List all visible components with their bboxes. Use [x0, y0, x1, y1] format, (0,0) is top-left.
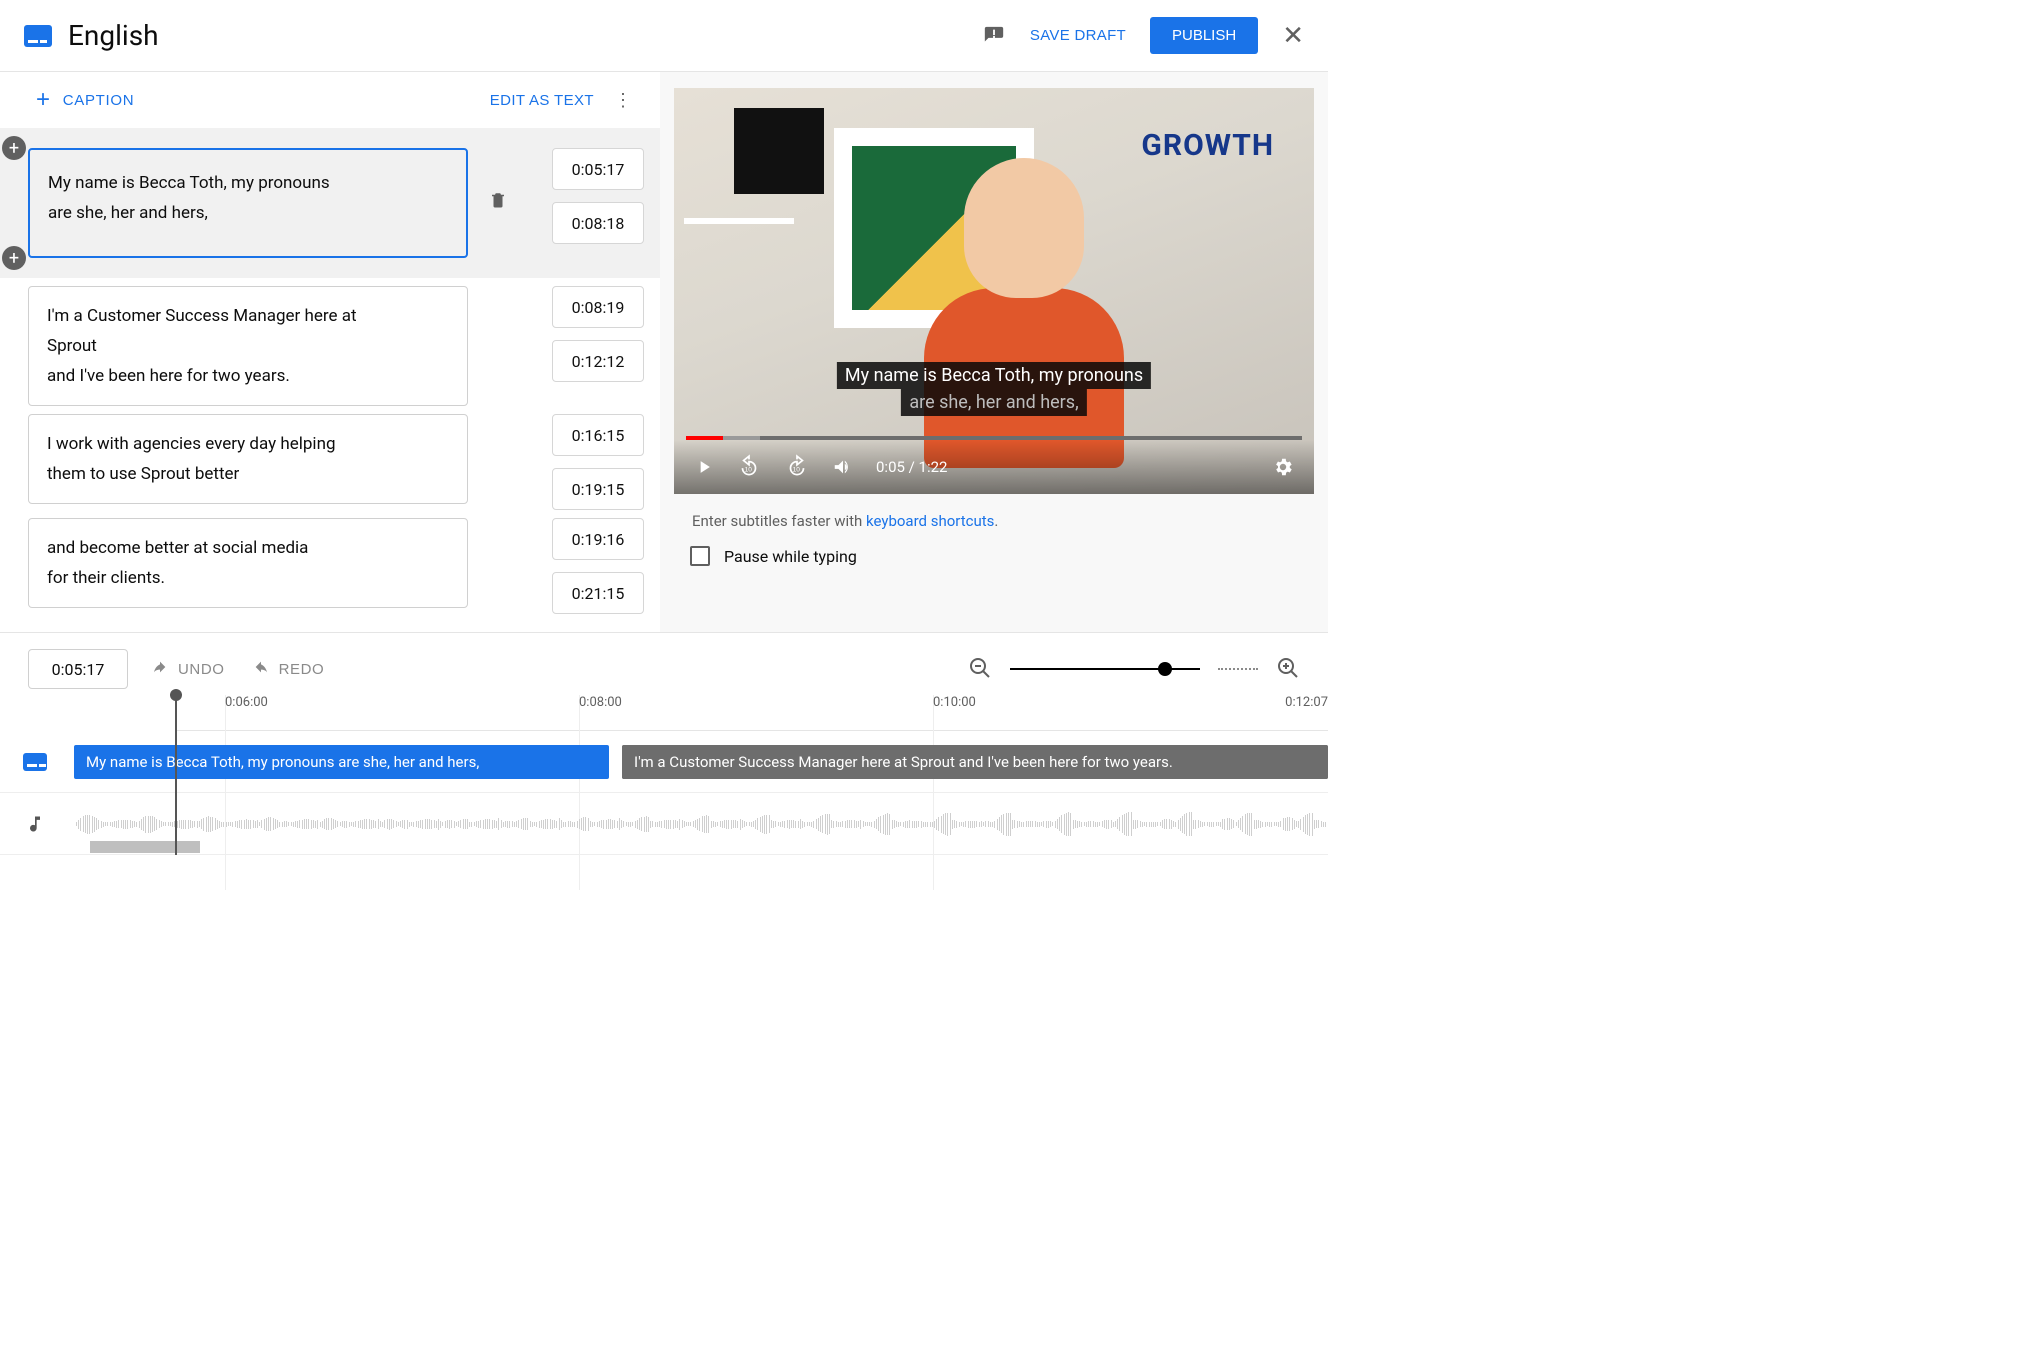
- pause-while-typing-row: Pause while typing: [660, 538, 1328, 574]
- end-time-input[interactable]: 0:21:15: [552, 572, 644, 614]
- start-time-input[interactable]: 0:19:16: [552, 518, 644, 560]
- captions-track: My name is Becca Toth, my pronouns are s…: [0, 731, 1328, 793]
- svg-text:10: 10: [745, 466, 753, 473]
- volume-button[interactable]: [832, 456, 854, 478]
- page-title: English: [68, 19, 159, 52]
- horizontal-scrollbar[interactable]: [90, 841, 200, 853]
- add-caption-below-button[interactable]: +: [2, 246, 26, 270]
- playhead[interactable]: [175, 695, 177, 855]
- caption-row: I work with agencies every day helping t…: [28, 414, 644, 510]
- time-column: 0:19:16 0:21:15: [552, 518, 644, 614]
- end-time-input[interactable]: 0:19:15: [552, 468, 644, 510]
- pause-while-typing-label: Pause while typing: [724, 547, 857, 566]
- caption-overlay: My name is Becca Toth, my pronouns are s…: [837, 362, 1151, 416]
- add-caption-button[interactable]: + CAPTION: [36, 86, 134, 114]
- edit-as-text-button[interactable]: EDIT AS TEXT: [490, 92, 594, 109]
- undo-redo-group: UNDO REDO: [150, 661, 324, 678]
- time-column: 0:05:17 0:08:18: [552, 148, 644, 244]
- delete-caption-button[interactable]: [484, 190, 512, 216]
- caption-row: I'm a Customer Success Manager here at S…: [28, 286, 644, 406]
- waveform: [70, 809, 1328, 839]
- cc-line-2: are she, her and hers,: [901, 389, 1086, 416]
- caption-clip[interactable]: I'm a Customer Success Manager here at S…: [622, 745, 1328, 779]
- start-time-input[interactable]: 0:05:17: [552, 148, 644, 190]
- start-time-input[interactable]: 0:08:19: [552, 286, 644, 328]
- timeline-ruler[interactable]: 0:06:00 0:08:00 0:10:00 0:12:07: [175, 695, 1328, 731]
- video-time-label: 0:05 / 1:22: [876, 458, 947, 476]
- caption-text-input[interactable]: I'm a Customer Success Manager here at S…: [28, 286, 468, 406]
- settings-button[interactable]: [1272, 456, 1294, 478]
- feedback-icon[interactable]: [982, 24, 1006, 48]
- start-time-input[interactable]: 0:16:15: [552, 414, 644, 456]
- pause-while-typing-checkbox[interactable]: [690, 546, 710, 566]
- ruler-mark: 0:06:00: [225, 695, 268, 710]
- header: English SAVE DRAFT PUBLISH ✕: [0, 0, 1328, 72]
- ruler-mark: 0:10:00: [933, 695, 976, 710]
- caption-clip[interactable]: My name is Becca Toth, my pronouns are s…: [74, 745, 609, 779]
- keyboard-hint: Enter subtitles faster with keyboard sho…: [660, 494, 1328, 538]
- ruler-mark: 0:08:00: [579, 695, 622, 710]
- timeline-toolbar: 0:05:17 UNDO REDO: [0, 643, 1328, 695]
- video-frame: GROWTH: [674, 88, 1314, 494]
- header-actions: SAVE DRAFT PUBLISH ✕: [982, 17, 1304, 54]
- add-caption-label: CAPTION: [63, 92, 135, 109]
- timeline-current-time[interactable]: 0:05:17: [28, 649, 128, 689]
- zoom-out-button[interactable]: [968, 656, 992, 683]
- zoom-slider[interactable]: [1010, 668, 1200, 670]
- timeline-tracks: My name is Becca Toth, my pronouns are s…: [0, 731, 1328, 855]
- caption-text-input[interactable]: I work with agencies every day helping t…: [28, 414, 468, 504]
- ruler-mark: 0:12:07: [1285, 695, 1328, 710]
- plus-icon: +: [36, 86, 51, 114]
- music-note-icon: [0, 812, 70, 836]
- cc-line-1: My name is Becca Toth, my pronouns: [837, 362, 1151, 389]
- left-panel: + CAPTION EDIT AS TEXT ⋮ + + My name is …: [0, 72, 660, 632]
- video-controls: 10 10 0:05 / 1:22: [674, 440, 1314, 494]
- caption-row: + + My name is Becca Toth, my pronouns a…: [0, 128, 660, 278]
- subtitles-track-icon: [0, 753, 70, 771]
- add-caption-above-button[interactable]: +: [2, 136, 26, 160]
- svg-text:10: 10: [793, 466, 801, 473]
- time-column: 0:08:19 0:12:12: [552, 286, 644, 382]
- more-options-button[interactable]: ⋮: [614, 90, 632, 111]
- end-time-input[interactable]: 0:12:12: [552, 340, 644, 382]
- zoom-slider-extent: [1218, 668, 1258, 670]
- zoom-in-button[interactable]: [1276, 656, 1300, 683]
- time-column: 0:16:15 0:19:15: [552, 414, 644, 510]
- keyboard-shortcuts-link[interactable]: keyboard shortcuts: [866, 512, 994, 530]
- subtitles-icon: [24, 25, 52, 47]
- caption-row: and become better at social media for th…: [28, 518, 644, 614]
- captions-track-body[interactable]: My name is Becca Toth, my pronouns are s…: [70, 731, 1328, 792]
- caption-text-input[interactable]: and become better at social media for th…: [28, 518, 468, 608]
- save-draft-button[interactable]: SAVE DRAFT: [1030, 27, 1126, 44]
- rewind-10-button[interactable]: 10: [736, 454, 762, 480]
- audio-track-body[interactable]: [70, 793, 1328, 854]
- left-toolbar: + CAPTION EDIT AS TEXT ⋮: [0, 72, 660, 128]
- publish-button[interactable]: PUBLISH: [1150, 17, 1258, 54]
- close-button[interactable]: ✕: [1282, 20, 1304, 51]
- captions-list[interactable]: + + My name is Becca Toth, my pronouns a…: [0, 128, 660, 632]
- header-left: English: [24, 19, 159, 52]
- end-time-input[interactable]: 0:08:18: [552, 202, 644, 244]
- main: + CAPTION EDIT AS TEXT ⋮ + + My name is …: [0, 72, 1328, 632]
- play-button[interactable]: [694, 457, 714, 477]
- zoom-controls: [968, 656, 1300, 683]
- right-panel: GROWTH My name is Becca Toth, my pronoun…: [660, 72, 1328, 632]
- timeline: 0:05:17 UNDO REDO 0:06:00 0:08:00 0:10:0…: [0, 632, 1328, 896]
- forward-10-button[interactable]: 10: [784, 454, 810, 480]
- redo-button[interactable]: REDO: [251, 661, 325, 678]
- undo-button[interactable]: UNDO: [150, 661, 225, 678]
- video-player[interactable]: GROWTH My name is Becca Toth, my pronoun…: [674, 88, 1314, 494]
- caption-text-input[interactable]: My name is Becca Toth, my pronouns are s…: [28, 148, 468, 258]
